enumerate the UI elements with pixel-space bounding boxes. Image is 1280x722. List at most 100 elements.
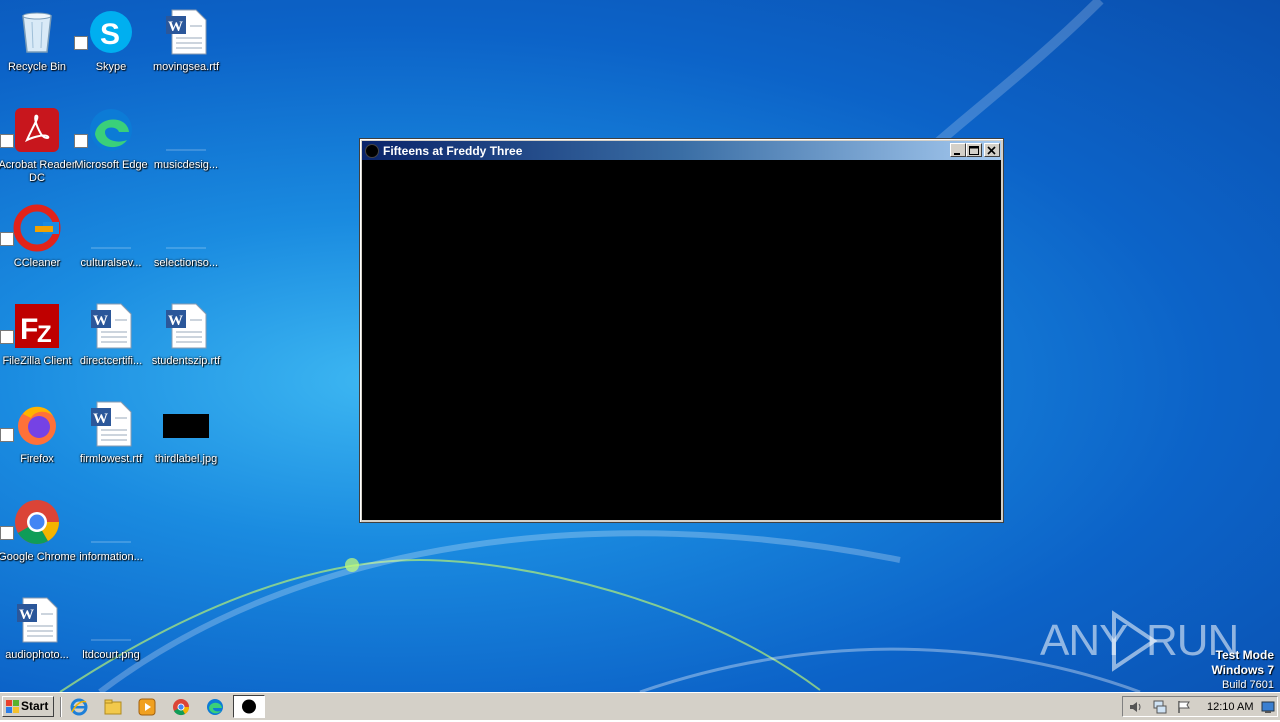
desktop-icon-label: selectionso... (153, 257, 219, 269)
clock[interactable]: 12:10 AM (1207, 701, 1253, 713)
image-thumbnail-icon (163, 414, 209, 438)
ccleaner-icon (13, 204, 61, 252)
desktop-icon-label: Recycle Bin (7, 61, 67, 73)
taskbar-app-button[interactable] (233, 695, 265, 718)
chrome-icon[interactable] (172, 698, 190, 716)
svg-text:Z: Z (37, 321, 52, 348)
desktop-icon-label: culturalsev... (80, 257, 142, 269)
firefox-icon (18, 406, 56, 445)
close-icon (987, 146, 996, 155)
desktop-icon-label: FileZilla Client (2, 355, 72, 367)
show-desktop-icon[interactable] (1261, 700, 1275, 714)
word-document-icon: W (166, 303, 207, 349)
blank-file-icon (91, 541, 131, 543)
shortcut-arrow-icon (74, 36, 88, 50)
shortcut-arrow-icon (0, 526, 14, 540)
desktop-icon-ccleaner[interactable]: CCleaner (0, 200, 74, 292)
blank-file-icon (91, 247, 131, 249)
desktop-icon-musicdesig[interactable]: musicdesig... (149, 102, 223, 194)
media-player-icon[interactable] (138, 698, 156, 716)
action-center-flag-icon[interactable] (1177, 700, 1191, 714)
desktop-icon-label: firmlowest.rtf (79, 453, 143, 465)
desktop-icon-label: Microsoft Edge (74, 159, 148, 171)
window-client-area[interactable] (362, 160, 1001, 520)
desktop-icon-label: Google Chrome (0, 551, 76, 563)
anyrun-watermark: ANY RUN (1040, 610, 1240, 674)
recycle-bin-icon (22, 12, 52, 53)
black-circle-app-icon (242, 699, 256, 714)
system-tray: 12:10 AM (1122, 696, 1278, 717)
skype-icon: S (90, 11, 132, 53)
internet-explorer-icon[interactable] (70, 698, 88, 716)
window-title: Fifteens at Freddy Three (383, 144, 523, 158)
volume-icon[interactable] (1129, 700, 1143, 714)
desktop-icon-label: movingsea.rtf (152, 61, 220, 73)
acrobat-reader-icon (15, 108, 59, 152)
title-bar[interactable]: Fifteens at Freddy Three (362, 141, 1001, 160)
desktop-icon-studentszip[interactable]: W studentszip.rtf (149, 298, 223, 390)
maximize-icon (969, 146, 979, 155)
app-icon (365, 144, 379, 158)
maximize-button[interactable] (966, 143, 982, 157)
taskbar: Start 12:10 AM (0, 692, 1280, 720)
svg-text:W: W (93, 411, 108, 427)
start-label: Start (21, 699, 49, 713)
desktop-icon-directcertifi[interactable]: W directcertifi... (74, 298, 148, 390)
desktop-icon-edge[interactable]: Microsoft Edge (74, 102, 148, 194)
network-icon[interactable] (1153, 700, 1167, 714)
desktop-icon-culturalsev[interactable]: culturalsev... (74, 200, 148, 292)
desktop-icon-label: thirdlabel.jpg (154, 453, 218, 465)
desktop-icon-chrome[interactable]: Google Chrome (0, 494, 76, 586)
windows-version-label: Windows 7 (1211, 663, 1274, 677)
desktop-icon-label: Acrobat Reader DC (0, 159, 76, 184)
desktop-icon-label: Firefox (20, 453, 54, 465)
shortcut-arrow-icon (0, 428, 14, 442)
desktop: Recycle Bin Acrobat Reader DC CCleaner F… (0, 0, 1280, 692)
desktop-icon-firmlowest[interactable]: W firmlowest.rtf (74, 396, 148, 488)
test-mode-label: Test Mode (1215, 648, 1274, 662)
build-label: Build 7601 (1222, 679, 1274, 691)
blank-file-icon (166, 149, 206, 151)
blank-file-icon (166, 247, 206, 249)
word-document-icon: W (166, 9, 207, 55)
word-document-icon: W (91, 401, 132, 447)
file-explorer-icon[interactable] (104, 698, 122, 716)
word-document-icon: W (91, 303, 132, 349)
shortcut-arrow-icon (0, 134, 14, 148)
desktop-icon-label: studentszip.rtf (151, 355, 221, 367)
desktop-icon-information[interactable]: information... (74, 494, 148, 586)
svg-text:W: W (19, 607, 34, 623)
desktop-icon-label: Skype (95, 61, 127, 73)
desktop-icon-label: information... (79, 551, 143, 563)
desktop-icon-recycle-bin[interactable]: Recycle Bin (0, 4, 74, 96)
edge-icon (90, 109, 132, 151)
desktop-icon-firefox[interactable]: Firefox (0, 396, 74, 488)
desktop-icon-movingsea[interactable]: W movingsea.rtf (149, 4, 223, 96)
desktop-icon-label: ltdcourt.png (82, 649, 140, 661)
edge-icon[interactable] (206, 698, 224, 716)
shortcut-arrow-icon (0, 330, 14, 344)
app-window[interactable]: Fifteens at Freddy Three (359, 138, 1004, 523)
svg-text:S: S (100, 18, 120, 51)
desktop-icon-audiophoto[interactable]: W audiophoto... (0, 592, 74, 684)
desktop-icon-ltdcourt[interactable]: ltdcourt.png (74, 592, 148, 684)
desktop-icon-selectionso[interactable]: selectionso... (149, 200, 223, 292)
desktop-icon-thirdlabel[interactable]: thirdlabel.jpg (149, 396, 223, 488)
desktop-icon-filezilla[interactable]: F Z FileZilla Client (0, 298, 74, 390)
blank-file-icon (91, 639, 131, 641)
start-button[interactable]: Start (2, 696, 54, 717)
svg-text:F: F (20, 313, 38, 346)
windows-flag-icon (6, 700, 19, 713)
shortcut-arrow-icon (74, 134, 88, 148)
desktop-icon-skype[interactable]: S Skype (74, 4, 148, 96)
svg-text:W: W (168, 19, 183, 35)
shortcut-arrow-icon (0, 232, 14, 246)
minimize-button[interactable] (950, 143, 966, 157)
desktop-icon-label: CCleaner (13, 257, 61, 269)
minimize-icon (954, 153, 960, 155)
svg-text:W: W (93, 313, 108, 329)
close-button[interactable] (984, 143, 1000, 157)
taskbar-separator (60, 697, 62, 717)
desktop-icon-acrobat[interactable]: Acrobat Reader DC (0, 102, 76, 194)
word-document-icon: W (17, 597, 58, 643)
